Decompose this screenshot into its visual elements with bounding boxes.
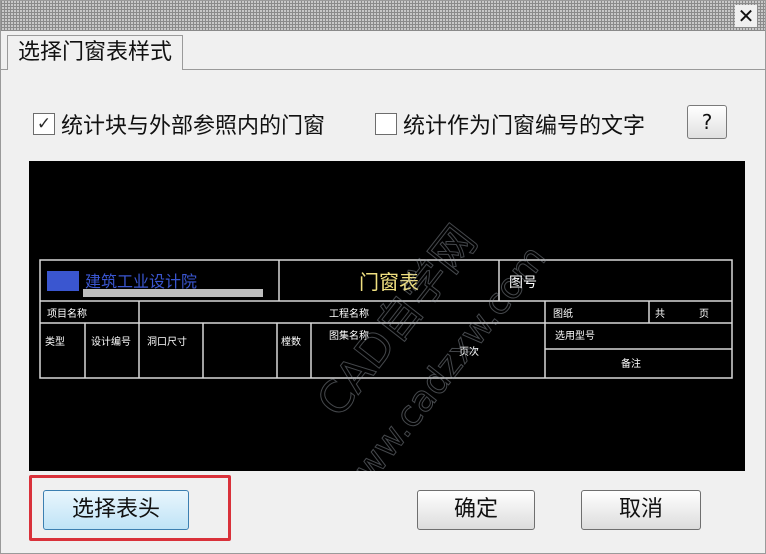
title-bar[interactable]: ✕ bbox=[1, 1, 765, 31]
cell-total: 共 bbox=[655, 308, 665, 320]
checkbox-label: 统计作为门窗编号的文字 bbox=[403, 114, 646, 139]
ok-button[interactable]: 确定 bbox=[417, 490, 535, 530]
code-label: 图号 bbox=[509, 275, 537, 291]
cell-atlas-name: 图集名称 bbox=[329, 329, 369, 342]
checkbox-checked-icon[interactable]: ✓ bbox=[33, 113, 55, 135]
cancel-button[interactable]: 取消 bbox=[581, 490, 701, 530]
cell-selected-model: 选用型号 bbox=[555, 329, 595, 342]
select-header-button[interactable]: 选择表头 bbox=[43, 490, 189, 530]
cell-remarks: 备注 bbox=[621, 357, 641, 370]
table-title: 门窗表 bbox=[359, 270, 419, 294]
cell-page-number: 页次 bbox=[459, 345, 479, 358]
cell-pages: 页 bbox=[699, 308, 709, 320]
cell-drawing: 图纸 bbox=[553, 307, 573, 320]
cell-project-name: 项目名称 bbox=[47, 307, 87, 320]
cell-engineering-name: 工程名称 bbox=[329, 307, 369, 320]
tab-select-style[interactable]: 选择门窗表样式 bbox=[7, 35, 184, 70]
tab-strip: 选择门窗表样式 bbox=[1, 31, 765, 70]
close-icon[interactable]: ✕ bbox=[735, 5, 757, 27]
cell-design-number: 设计编号 bbox=[91, 335, 131, 348]
checkbox-unchecked-icon[interactable] bbox=[375, 113, 397, 135]
header-preview-panel: 建筑工业设计院 门窗表 图号 项目名称 工程名称 图纸 共 页 类型 设计编号 … bbox=[29, 161, 745, 471]
checkbox-label: 统计块与外部参照内的门窗 bbox=[61, 114, 326, 139]
checkbox-count-blocks-xrefs[interactable]: ✓ 统计块与外部参照内的门窗 bbox=[33, 108, 325, 140]
cell-opening-size: 洞口尺寸 bbox=[147, 335, 187, 348]
door-window-style-dialog: ✕ 选择门窗表样式 ✓ 统计块与外部参照内的门窗 统计作为门窗编号的文字 ? 建… bbox=[0, 0, 766, 554]
help-button[interactable]: ? bbox=[687, 105, 727, 139]
checkbox-count-text-as-number[interactable]: 统计作为门窗编号的文字 bbox=[375, 108, 645, 140]
redacted-bar bbox=[83, 289, 263, 297]
door-window-table-preview: 建筑工业设计院 门窗表 图号 项目名称 工程名称 图纸 共 页 类型 设计编号 … bbox=[39, 259, 733, 379]
logo-icon bbox=[47, 271, 79, 291]
logo-text: 建筑工业设计院 bbox=[85, 272, 197, 291]
cell-type: 类型 bbox=[45, 335, 65, 348]
cell-quantity: 樘数 bbox=[281, 335, 301, 348]
